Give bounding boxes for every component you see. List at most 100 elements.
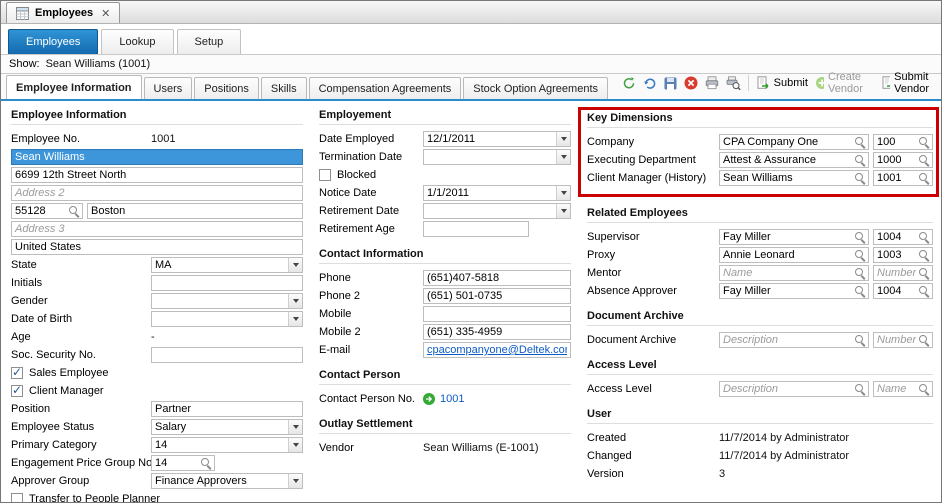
access-level-description-input[interactable]: Description bbox=[719, 381, 869, 397]
notice-date-select[interactable]: 1/1/2011 bbox=[423, 185, 571, 201]
engagement-price-group-input[interactable]: 14 bbox=[151, 455, 215, 471]
gender-select[interactable] bbox=[151, 293, 303, 309]
search-icon[interactable] bbox=[918, 136, 930, 148]
primary-category-select[interactable]: 14 bbox=[151, 437, 303, 453]
chevron-down-icon[interactable] bbox=[556, 186, 570, 200]
address1-input[interactable]: 6699 12th Street North bbox=[11, 167, 303, 183]
chevron-down-icon[interactable] bbox=[556, 204, 570, 218]
print-preview-button[interactable] bbox=[726, 76, 741, 91]
supervisor-number-input[interactable]: 1004 bbox=[873, 229, 933, 245]
email-input[interactable]: cpacompanyone@Deltek.com bbox=[423, 342, 571, 358]
window-tab-employees[interactable]: Employees ✕ bbox=[6, 2, 120, 23]
employee-status-select[interactable]: Salary bbox=[151, 419, 303, 435]
company-number-input[interactable]: 100 bbox=[873, 134, 933, 150]
search-icon[interactable] bbox=[918, 172, 930, 184]
search-icon[interactable] bbox=[918, 267, 930, 279]
delete-button[interactable] bbox=[684, 76, 698, 90]
tab-users[interactable]: Users bbox=[144, 77, 193, 99]
email-link[interactable]: cpacompanyone@Deltek.com bbox=[427, 344, 567, 356]
position-input[interactable]: Partner bbox=[151, 401, 303, 417]
phone2-input[interactable]: (651) 501-0735 bbox=[423, 288, 571, 304]
client-manager-history-name-input[interactable]: Sean Williams bbox=[719, 170, 869, 186]
supervisor-name-input[interactable]: Fay Miller bbox=[719, 229, 869, 245]
client-manager-history-number-input[interactable]: 1001 bbox=[873, 170, 933, 186]
search-icon[interactable] bbox=[918, 249, 930, 261]
search-icon[interactable] bbox=[68, 205, 80, 217]
chevron-down-icon[interactable] bbox=[288, 294, 302, 308]
chevron-down-icon[interactable] bbox=[556, 150, 570, 164]
state-select[interactable]: MA bbox=[151, 257, 303, 273]
search-icon[interactable] bbox=[854, 172, 866, 184]
tab-employees[interactable]: Employees bbox=[8, 29, 98, 54]
tab-employee-information[interactable]: Employee Information bbox=[6, 75, 142, 99]
document-archive-description-input[interactable]: Description bbox=[719, 332, 869, 348]
chevron-down-icon[interactable] bbox=[288, 438, 302, 452]
absence-approver-number-input[interactable]: 1004 bbox=[873, 283, 933, 299]
tab-setup[interactable]: Setup bbox=[177, 29, 242, 54]
search-icon[interactable] bbox=[918, 231, 930, 243]
go-arrow-icon[interactable] bbox=[423, 393, 435, 405]
tab-skills[interactable]: Skills bbox=[261, 77, 307, 99]
initials-input[interactable] bbox=[151, 275, 303, 291]
retirement-age-input[interactable] bbox=[423, 221, 529, 237]
search-icon[interactable] bbox=[854, 285, 866, 297]
submit-vendor-button[interactable]: Submit Vendor bbox=[881, 71, 941, 95]
termination-date-select[interactable] bbox=[423, 149, 571, 165]
executing-department-name-input[interactable]: Attest & Assurance bbox=[719, 152, 869, 168]
chevron-down-icon[interactable] bbox=[288, 312, 302, 326]
search-icon[interactable] bbox=[854, 136, 866, 148]
proxy-name-input[interactable]: Annie Leonard bbox=[719, 247, 869, 263]
city-input[interactable]: Boston bbox=[87, 203, 303, 219]
search-icon[interactable] bbox=[918, 154, 930, 166]
search-icon[interactable] bbox=[854, 231, 866, 243]
tab-stock-option-agreements[interactable]: Stock Option Agreements bbox=[463, 77, 608, 99]
submit-button[interactable]: Submit bbox=[756, 76, 808, 90]
absence-approver-name-input[interactable]: Fay Miller bbox=[719, 283, 869, 299]
chevron-down-icon[interactable] bbox=[556, 132, 570, 146]
search-icon[interactable] bbox=[918, 285, 930, 297]
search-icon[interactable] bbox=[918, 334, 930, 346]
tab-positions[interactable]: Positions bbox=[194, 77, 259, 99]
zip-input[interactable]: 55128 bbox=[11, 203, 83, 219]
search-icon[interactable] bbox=[854, 334, 866, 346]
save-button[interactable] bbox=[664, 77, 677, 90]
mentor-name-input[interactable]: Name bbox=[719, 265, 869, 281]
search-icon[interactable] bbox=[854, 154, 866, 166]
date-employed-select[interactable]: 12/1/2011 bbox=[423, 131, 571, 147]
search-icon[interactable] bbox=[200, 457, 212, 469]
mentor-number-input[interactable]: Number bbox=[873, 265, 933, 281]
phone-input[interactable]: (651)407-5818 bbox=[423, 270, 571, 286]
chevron-down-icon[interactable] bbox=[288, 420, 302, 434]
search-icon[interactable] bbox=[854, 267, 866, 279]
show-value[interactable]: Sean Williams (1001) bbox=[46, 58, 151, 70]
search-icon[interactable] bbox=[854, 383, 866, 395]
undo-button[interactable] bbox=[643, 76, 657, 90]
contact-person-no-link[interactable]: 1001 bbox=[440, 393, 464, 405]
close-tab-icon[interactable]: ✕ bbox=[101, 7, 110, 20]
tab-compensation-agreements[interactable]: Compensation Agreements bbox=[309, 77, 462, 99]
country-input[interactable]: United States bbox=[11, 239, 303, 255]
document-archive-number-input[interactable]: Number bbox=[873, 332, 933, 348]
executing-department-number-input[interactable]: 1000 bbox=[873, 152, 933, 168]
blocked-checkbox[interactable] bbox=[319, 169, 331, 181]
chevron-down-icon[interactable] bbox=[288, 474, 302, 488]
print-button[interactable] bbox=[705, 76, 719, 90]
search-icon[interactable] bbox=[918, 383, 930, 395]
tab-lookup[interactable]: Lookup bbox=[101, 29, 173, 54]
access-level-name-input[interactable]: Name bbox=[873, 381, 933, 397]
mobile-input[interactable] bbox=[423, 306, 571, 322]
proxy-number-input[interactable]: 1003 bbox=[873, 247, 933, 263]
search-icon[interactable] bbox=[854, 249, 866, 261]
refresh-button[interactable] bbox=[622, 76, 636, 90]
transfer-people-planner-checkbox[interactable] bbox=[11, 493, 23, 503]
mobile2-input[interactable]: (651) 335-4959 bbox=[423, 324, 571, 340]
company-name-input[interactable]: CPA Company One bbox=[719, 134, 869, 150]
approver-group-select[interactable]: Finance Approvers bbox=[151, 473, 303, 489]
client-manager-checkbox[interactable] bbox=[11, 385, 23, 397]
sales-employee-checkbox[interactable] bbox=[11, 367, 23, 379]
name-input[interactable]: Sean Williams bbox=[11, 149, 303, 165]
address2-input[interactable]: Address 2 bbox=[11, 185, 303, 201]
chevron-down-icon[interactable] bbox=[288, 258, 302, 272]
address3-input[interactable]: Address 3 bbox=[11, 221, 303, 237]
retirement-date-select[interactable] bbox=[423, 203, 571, 219]
